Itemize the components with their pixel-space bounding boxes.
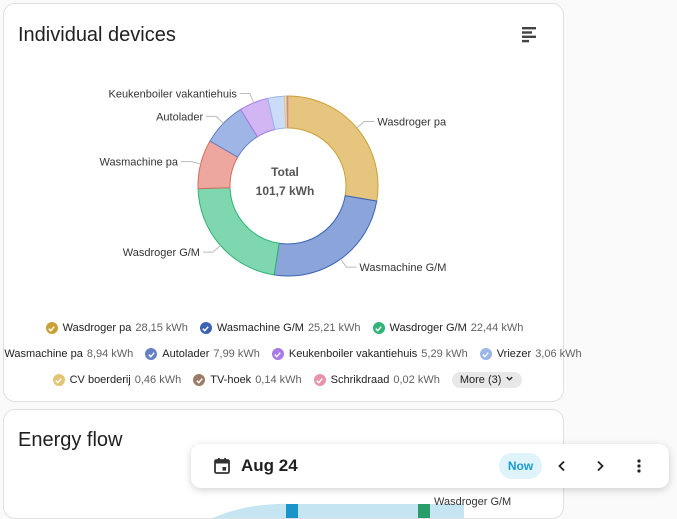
- check-icon: [193, 374, 205, 386]
- legend-name: CV boerderij: [70, 374, 131, 386]
- legend-name: TV-hoek: [210, 374, 251, 386]
- check-icon: [145, 348, 157, 360]
- date-selector-bar: Aug 24 Now: [191, 444, 669, 488]
- legend-name: Autolader: [162, 348, 209, 360]
- legend-value: 5,29 kWh: [421, 348, 467, 360]
- leader-line: [357, 121, 375, 127]
- leader-line: [206, 116, 223, 123]
- slice-label: Autolader: [156, 111, 203, 123]
- more-vert-icon[interactable]: [629, 456, 649, 476]
- legend-value: 0,46 kWh: [135, 374, 181, 386]
- legend-name: Keukenboiler vakantiehuis: [289, 348, 417, 360]
- legend-name: Wasdroger pa: [63, 322, 132, 334]
- calendar-icon[interactable]: [213, 457, 231, 475]
- legend-value: 22,44 kWh: [471, 322, 524, 334]
- legend-item[interactable]: TV-hoek 0,14 kWh: [193, 374, 301, 386]
- legend-value: 0,02 kWh: [393, 374, 439, 386]
- legend-value: 8,94 kWh: [87, 348, 133, 360]
- card-title: Energy flow: [18, 429, 123, 452]
- chevron-left-icon[interactable]: [552, 456, 572, 476]
- now-button[interactable]: Now: [499, 453, 542, 479]
- legend-value: 3,06 kWh: [535, 348, 581, 360]
- legend-name: Wasmachine G/M: [217, 322, 304, 334]
- donut-chart: Wasdroger pa Wasmachine G/M Wasdroger G/M W…: [4, 4, 565, 324]
- legend-value: 7,99 kWh: [213, 348, 259, 360]
- legend-item[interactable]: CV boerderij 0,46 kWh: [53, 374, 182, 386]
- legend-name: Vriezer: [497, 348, 531, 360]
- leader-line: [181, 162, 201, 164]
- chevron-down-icon: [501, 374, 514, 386]
- individual-devices-card: Individual devices Wasdroger paWasmachin…: [3, 3, 564, 402]
- legend-item[interactable]: Wasdroger G/M 22,44 kWh: [373, 322, 524, 334]
- legend-value: 25,21 kWh: [308, 322, 361, 334]
- leader-line: [203, 246, 221, 253]
- check-icon: [200, 322, 212, 334]
- legend-item[interactable]: Wasmachine G/M 25,21 kWh: [200, 322, 361, 334]
- donut-center-label: Total: [271, 165, 299, 179]
- legend-row: Wasmachine pa 8,94 kWh Autolader 7,99 kWh Ke…: [4, 344, 565, 364]
- donut-center-value: 101,7 kWh: [256, 184, 315, 198]
- slice-label: Wasdroger G/M: [123, 247, 200, 259]
- check-icon: [272, 348, 284, 360]
- slice-label: Wasmachine G/M: [359, 262, 446, 274]
- check-icon: [373, 322, 385, 334]
- leader-line: [341, 259, 357, 267]
- leader-line: [240, 94, 254, 103]
- more-legend-label: More (3): [460, 374, 502, 386]
- date-label[interactable]: Aug 24: [241, 456, 298, 476]
- check-icon: [46, 322, 58, 334]
- legend-item[interactable]: Wasdroger pa28,15 kWh: [46, 322, 188, 334]
- legend-name: Schrikdraad: [331, 374, 390, 386]
- chevron-right-icon[interactable]: [590, 456, 610, 476]
- check-icon: [53, 374, 65, 386]
- slice-label: Wasmachine pa: [100, 157, 179, 169]
- donut-slice-wasdroger-g-m[interactable]: [198, 188, 279, 275]
- legend-item[interactable]: Autolader 7,99 kWh: [145, 348, 260, 360]
- check-icon: [480, 348, 492, 360]
- check-icon: [314, 374, 326, 386]
- legend-row: Wasdroger pa28,15 kWh Wasmachine G/M 25,21…: [4, 318, 565, 338]
- legend-row: CV boerderij 0,46 kWh TV-hoek 0,14 kWh Schri…: [4, 370, 565, 390]
- legend-name: Wasdroger G/M: [390, 322, 467, 334]
- legend-item[interactable]: Wasmachine pa 8,94 kWh: [0, 348, 133, 360]
- flow-device-label: Wasdroger G/M: [434, 496, 511, 508]
- slice-label: Wasdroger pa: [377, 116, 447, 128]
- legend-item[interactable]: Schrikdraad0,02 kWh: [314, 374, 440, 386]
- slice-label: Keukenboiler vakantiehuis: [108, 89, 237, 101]
- legend-value: 28,15 kWh: [135, 322, 188, 334]
- legend-item[interactable]: Vriezer 3,06 kWh: [480, 348, 582, 360]
- more-legend-button[interactable]: More (3): [452, 372, 523, 388]
- legend-name: Wasmachine pa: [4, 348, 82, 360]
- legend-value: 0,14 kWh: [255, 374, 301, 386]
- legend-item[interactable]: Keukenboiler vakantiehuis 5,29 kWh: [272, 348, 468, 360]
